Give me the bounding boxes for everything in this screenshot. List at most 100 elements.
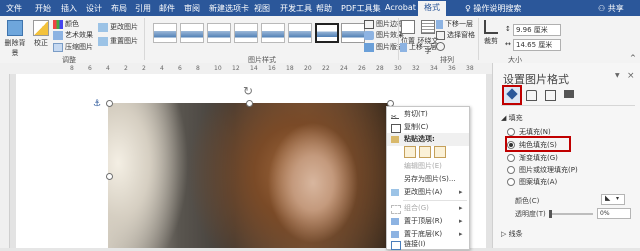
transparency-slider-thumb[interactable] — [549, 210, 552, 218]
share-button[interactable]: ⚇ 共享 — [598, 3, 624, 14]
ruler-number: 30 — [394, 65, 402, 72]
ruler-number: 8 — [196, 65, 200, 72]
menu-item-cut[interactable]: ✂ 剪切(T) — [387, 108, 469, 121]
paste-keep-format-icon[interactable] — [404, 146, 416, 158]
effects-tab-icon[interactable] — [524, 88, 537, 101]
radio-picture-texture-fill[interactable]: 图片或纹理填充(P) — [507, 165, 578, 175]
tab-new[interactable]: 新建选项卡 — [209, 3, 249, 14]
tab-format[interactable]: 格式 — [418, 1, 446, 16]
rotate-icon — [436, 42, 445, 51]
ruler-number: 28 — [376, 65, 384, 72]
tab-review[interactable]: 审阅 — [184, 3, 200, 14]
height-input[interactable]: 9.96 厘米 — [513, 24, 561, 36]
fill-line-tab-icon[interactable] — [502, 85, 522, 105]
menu-item-link[interactable]: 链接(I) — [387, 238, 469, 251]
resize-handle[interactable] — [246, 100, 253, 107]
resize-handle[interactable] — [106, 100, 113, 107]
collapse-ribbon-icon[interactable]: ^ — [630, 54, 636, 62]
radio-button — [507, 166, 515, 174]
selection-pane-button[interactable]: 选择窗格 — [436, 30, 475, 40]
resize-handle[interactable] — [106, 173, 113, 180]
reset-picture-button[interactable]: 重置图片 — [98, 36, 138, 46]
fill-section-header[interactable]: ◢ 填充 — [501, 113, 523, 123]
layout-icon — [364, 42, 374, 52]
width-input[interactable]: 14.65 厘米 — [513, 39, 561, 51]
line-section-header[interactable]: ▷ 线条 — [501, 229, 523, 239]
anchor-icon: ⚓ — [93, 99, 102, 109]
menu-item-save-as-picture[interactable]: 另存为图片(S)... — [387, 173, 469, 186]
color-picker-button[interactable]: ◣ ▾ — [601, 194, 625, 205]
menu-item-change-picture[interactable]: 更改图片(A) ▸ — [387, 186, 469, 199]
ruler-number: 8 — [70, 65, 74, 72]
ruler-number: 2 — [124, 65, 128, 72]
tab-view[interactable]: 视图 — [254, 3, 270, 14]
picture-style-1[interactable] — [153, 23, 177, 43]
tab-design[interactable]: 设计 — [86, 3, 102, 14]
picture-style-8[interactable] — [341, 23, 365, 43]
solid-fill-highlight-box — [505, 136, 571, 152]
format-picture-pane: 设置图片格式 ▼ × ◢ 填充 无填充(N) 纯色填充(S) 渐变填充(G) 图… — [492, 63, 640, 248]
transparency-slider[interactable] — [549, 213, 593, 215]
radio-button — [507, 154, 515, 162]
selected-picture[interactable] — [108, 103, 390, 248]
tab-home[interactable]: 开始 — [35, 3, 51, 14]
remove-background-icon — [7, 20, 23, 36]
person-icon: ⚇ — [598, 4, 608, 13]
rotate-handle-icon[interactable]: ↻ — [243, 84, 253, 98]
picture-style-3[interactable] — [207, 23, 231, 43]
crop-icon — [484, 20, 498, 34]
bring-forward-icon — [400, 42, 407, 52]
picture-style-7[interactable] — [315, 23, 339, 43]
paste-merge-icon[interactable] — [419, 146, 431, 158]
ruler-number: 4 — [106, 65, 110, 72]
transparency-input[interactable]: 0% — [597, 208, 631, 219]
backward-button[interactable]: 下移一层 — [436, 19, 473, 29]
pane-tab-divider — [501, 105, 635, 106]
radio-pattern-fill[interactable]: 图案填充(A) — [507, 177, 557, 187]
tab-developer[interactable]: 开发工具 — [280, 3, 312, 14]
artistic-effects-button[interactable]: 艺术效果 — [53, 30, 93, 40]
rotate-button[interactable] — [436, 42, 447, 51]
paint-bucket-icon — [506, 88, 518, 100]
tab-acrobat[interactable]: Acrobat — [385, 3, 416, 12]
radio-button — [507, 128, 515, 136]
paste-text-only-icon[interactable] — [434, 146, 446, 158]
paste-options-row — [404, 146, 460, 159]
transparency-label: 透明度(T) — [515, 210, 546, 218]
tab-help[interactable]: 帮助 — [316, 3, 332, 14]
layout-properties-tab-icon[interactable] — [543, 88, 556, 101]
picture-style-6[interactable] — [288, 23, 312, 43]
close-icon[interactable]: × — [627, 71, 635, 81]
correct-button[interactable]: 校正 — [32, 20, 50, 48]
crop-button[interactable]: 裁剪 — [481, 20, 501, 46]
color-button[interactable]: 颜色 — [53, 19, 79, 29]
tab-pdf[interactable]: PDF工具集 — [341, 3, 381, 14]
send-to-back-icon — [391, 231, 399, 238]
radio-gradient-fill[interactable]: 渐变填充(G) — [507, 153, 558, 163]
menu-item-group: 组合(G) ▸ — [387, 202, 469, 215]
picture-style-2[interactable] — [180, 23, 204, 43]
border-icon — [364, 19, 374, 29]
vertical-ruler[interactable] — [0, 74, 10, 248]
ruler-number: 32 — [412, 65, 420, 72]
remove-background-button[interactable]: 删除背景 — [2, 20, 28, 58]
compress-pictures-button[interactable]: 压缩图片 — [53, 42, 93, 52]
forward-button[interactable]: 上移一层 — [400, 42, 437, 52]
tab-insert[interactable]: 插入 — [61, 3, 77, 14]
reset-picture-icon — [98, 36, 108, 46]
tab-mailings[interactable]: 邮件 — [159, 3, 175, 14]
tell-me-search[interactable]: ♀ 操作说明搜索 — [465, 3, 521, 14]
ribbon-tab-bar: 文件 开始 插入 设计 布局 引用 邮件 审阅 新建选项卡 视图 开发工具 帮助… — [0, 0, 640, 16]
context-menu: ✂ 剪切(T) 复制(C) 粘贴选项: 编辑图片(E) 另存为图片(S)... 更… — [386, 106, 470, 250]
picture-tab-icon[interactable] — [562, 88, 575, 101]
change-picture-button[interactable]: 更改图片 — [98, 22, 138, 32]
menu-item-bring-to-front[interactable]: 置于顶层(R) ▸ — [387, 215, 469, 228]
pane-options-dropdown-icon[interactable]: ▼ — [615, 72, 620, 79]
tab-references[interactable]: 引用 — [135, 3, 151, 14]
picture-style-5[interactable] — [261, 23, 285, 43]
ruler-number: 14 — [250, 65, 258, 72]
position-icon — [401, 20, 415, 34]
picture-style-4[interactable] — [234, 23, 258, 43]
tab-layout[interactable]: 布局 — [111, 3, 127, 14]
tab-file[interactable]: 文件 — [6, 3, 22, 14]
